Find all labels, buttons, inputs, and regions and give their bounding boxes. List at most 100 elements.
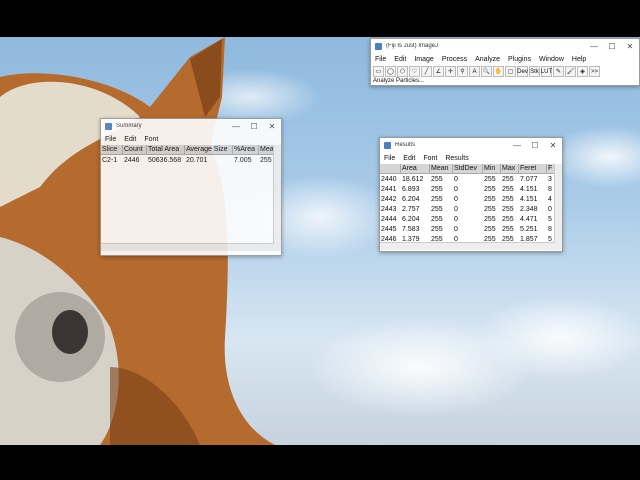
column-header[interactable]: Average Size [185,145,233,154]
table-cell: 255 [502,205,514,213]
menu-results[interactable]: Results [445,155,468,162]
horizontal-scrollbar[interactable] [101,243,274,251]
results-window[interactable]: Results — ☐ ✕ File Edit Font Results Are… [379,137,563,252]
column-header[interactable]: Max [501,164,519,173]
table-cell: 5.251 [520,225,538,233]
table-cell: 0 [454,195,458,203]
rectangle-tool-icon[interactable]: ▭ [373,66,384,77]
menu-image[interactable]: Image [414,56,433,63]
table-cell: 0 [454,175,458,183]
column-header[interactable]: Min [483,164,501,173]
table-cell: 255 [431,175,443,183]
table-cell: 255 [502,225,514,233]
summary-table-body: C2-1 2446 50636.568 20.701 7.005 255 [101,155,281,165]
table-cell: C2-1 [102,156,118,164]
menu-edit[interactable]: Edit [124,136,136,143]
table-row[interactable]: 2443 2.757 255 0 255 255 2.348 0 [380,204,562,214]
table-cell: 255 [260,156,272,164]
imagej-titlebar[interactable]: (Fiji Is Just) ImageJ — ☐ ✕ [371,39,639,53]
minimize-button[interactable]: — [227,122,245,131]
maximize-button[interactable]: ☐ [603,42,621,51]
table-cell: 255 [502,195,514,203]
summary-table[interactable]: Slice Count Total Area Average Size %Area Mea… [101,145,281,251]
lut-tool-icon[interactable]: LUT [541,66,552,77]
table-cell: 0 [454,225,458,233]
close-button[interactable]: ✕ [544,141,562,150]
table-cell: 2444 [381,215,397,223]
maximize-button[interactable]: ☐ [526,141,544,150]
imagej-window[interactable]: (Fiji Is Just) ImageJ — ☐ ✕ File Edit Im… [370,38,640,86]
table-row[interactable]: 2445 7.583 255 0 255 255 5.251 8 [380,224,562,234]
oval-tool-icon[interactable]: ◯ [385,66,396,77]
brush-tool-icon[interactable]: 🖌 [565,66,576,77]
more-tools-icon[interactable]: >> [589,66,600,77]
menu-plugins[interactable]: Plugins [508,56,531,63]
menu-font[interactable]: Font [144,136,158,143]
close-button[interactable]: ✕ [621,42,639,51]
column-header[interactable]: Mea [259,145,274,154]
table-cell: 6.204 [402,195,420,203]
menu-edit[interactable]: Edit [403,155,415,162]
table-cell: 20.701 [186,156,208,164]
minimize-button[interactable]: — [508,141,526,150]
stack-tool-icon[interactable]: Stk [529,66,540,77]
menu-file[interactable]: File [384,155,395,162]
column-header[interactable]: Feret [519,164,547,173]
horizontal-scrollbar[interactable] [380,242,555,250]
results-table-body: 2440 18.612 255 0 255 255 7.077 3 2441 6.893 255 0 2… [380,174,562,244]
color-picker-tool-icon[interactable]: ▢ [505,66,516,77]
menu-edit[interactable]: Edit [394,56,406,63]
column-header[interactable] [380,164,401,173]
column-header[interactable]: Mean [430,164,453,173]
vertical-scrollbar[interactable] [554,164,562,250]
results-titlebar[interactable]: Results — ☐ ✕ [380,138,562,152]
column-header[interactable]: %Area [233,145,259,154]
line-tool-icon[interactable]: ╱ [421,66,432,77]
table-row[interactable]: 2442 6.204 255 0 255 255 4.151 4 [380,194,562,204]
column-header[interactable]: StdDev [453,164,483,173]
table-cell: 0 [454,215,458,223]
menu-analyze[interactable]: Analyze [475,56,500,63]
menu-help[interactable]: Help [572,56,586,63]
imagej-toolbar: ▭ ◯ ⬠ ♡ ╱ ∠ ✛ ⚲ A 🔍 ✋ ▢ Dev Stk LUT ✎ 🖌 ◈ >> [371,65,639,78]
column-header[interactable]: Total Area [147,145,185,154]
column-header[interactable]: Slice [101,145,123,154]
summary-window[interactable]: Summary — ☐ ✕ File Edit Font Slice Count T… [100,118,282,256]
table-cell: 0 [454,205,458,213]
table-row[interactable]: 2441 6.893 255 0 255 255 4.151 8 [380,184,562,194]
menu-process[interactable]: Process [442,56,467,63]
table-cell: 2446 [124,156,140,164]
freehand-tool-icon[interactable]: ♡ [409,66,420,77]
text-tool-icon[interactable]: A [469,66,480,77]
magnifier-tool-icon[interactable]: 🔍 [481,66,492,77]
point-tool-icon[interactable]: ✛ [445,66,456,77]
minimize-button[interactable]: — [585,42,603,51]
summary-titlebar[interactable]: Summary — ☐ ✕ [101,119,281,133]
angle-tool-icon[interactable]: ∠ [433,66,444,77]
column-header[interactable]: Count [123,145,147,154]
vertical-scrollbar[interactable] [273,145,281,251]
imagej-menubar: File Edit Image Process Analyze Plugins … [371,53,639,65]
table-cell: 255 [431,215,443,223]
table-cell: 2.757 [402,205,420,213]
column-header[interactable]: Area [401,164,430,173]
results-table[interactable]: Area Mean StdDev Min Max Feret F 2440 18.612 255… [380,164,562,250]
dev-tool-icon[interactable]: Dev [517,66,528,77]
close-button[interactable]: ✕ [263,122,281,131]
hand-tool-icon[interactable]: ✋ [493,66,504,77]
pencil-tool-icon[interactable]: ✎ [553,66,564,77]
polygon-tool-icon[interactable]: ⬠ [397,66,408,77]
flood-fill-tool-icon[interactable]: ◈ [577,66,588,77]
menu-font[interactable]: Font [423,155,437,162]
menu-file[interactable]: File [375,56,386,63]
wand-tool-icon[interactable]: ⚲ [457,66,468,77]
table-row[interactable]: 2444 6.204 255 0 255 255 4.471 5 [380,214,562,224]
table-row[interactable]: 2440 18.612 255 0 255 255 7.077 3 [380,174,562,184]
table-cell: 6.893 [402,185,420,193]
menu-file[interactable]: File [105,136,116,143]
menu-window[interactable]: Window [539,56,564,63]
table-cell: 2440 [381,175,397,183]
maximize-button[interactable]: ☐ [245,122,263,131]
table-cell: 7.077 [520,175,538,183]
table-row[interactable]: C2-1 2446 50636.568 20.701 7.005 255 [101,155,281,165]
